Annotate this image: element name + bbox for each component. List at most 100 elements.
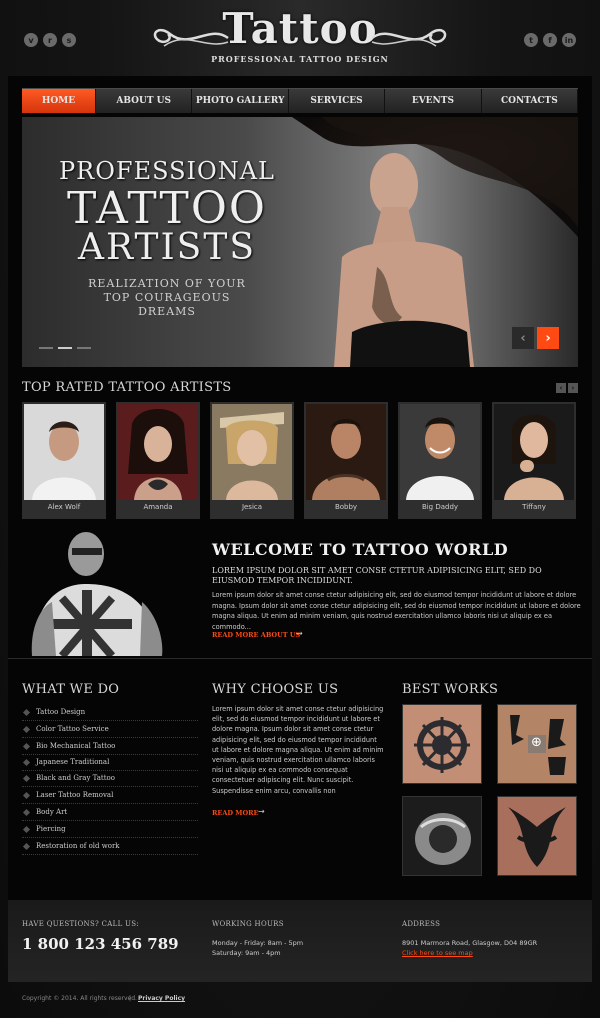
welcome-artist-photo bbox=[22, 528, 172, 656]
rss-icon[interactable]: r bbox=[43, 33, 57, 47]
service-label: Body Art bbox=[36, 808, 68, 816]
service-item[interactable]: Japanese Traditional bbox=[22, 754, 198, 771]
nav-events[interactable]: EVENTS bbox=[385, 89, 482, 113]
slider-dot-active[interactable] bbox=[58, 347, 72, 349]
bullet-icon bbox=[22, 725, 31, 733]
nav-home[interactable]: HOME bbox=[22, 89, 96, 113]
service-label: Bio Mechanical Tattoo bbox=[36, 742, 116, 750]
privacy-policy-link[interactable]: Privacy Policy bbox=[138, 995, 185, 1002]
bullet-icon bbox=[22, 808, 31, 816]
best-work-thumb[interactable] bbox=[497, 796, 577, 876]
what-we-do-title: WHAT WE DO bbox=[22, 682, 120, 697]
vimeo-icon[interactable]: v bbox=[24, 33, 38, 47]
tribal-swirl-left-icon bbox=[153, 28, 229, 47]
best-work-thumb[interactable] bbox=[402, 796, 482, 876]
slider-prev-button[interactable]: ‹ bbox=[512, 327, 534, 349]
nav-about-us[interactable]: ABOUT US bbox=[96, 89, 193, 113]
bullet-icon bbox=[22, 774, 31, 782]
skype-icon[interactable]: s bbox=[62, 33, 76, 47]
bullet-icon bbox=[22, 791, 31, 799]
twitter-icon[interactable]: t bbox=[524, 33, 538, 47]
artist-name: Big Daddy bbox=[421, 503, 459, 511]
nav-services[interactable]: SERVICES bbox=[289, 89, 386, 113]
phone-number[interactable]: 1 800 123 456 789 bbox=[22, 935, 179, 953]
hero-tagline-3: DREAMS bbox=[138, 305, 196, 318]
artist-name: Jesica bbox=[241, 503, 263, 511]
service-item[interactable]: Piercing bbox=[22, 821, 198, 838]
artist-photo bbox=[212, 404, 292, 500]
service-item[interactable]: Tattoo Design bbox=[22, 704, 198, 721]
artists-next-button[interactable]: › bbox=[568, 383, 578, 393]
address-label: ADDRESS bbox=[402, 920, 441, 928]
questions-label: HAVE QUESTIONS? CALL US: bbox=[22, 920, 140, 928]
hero-line-artists: ARTISTS bbox=[77, 227, 257, 268]
arrow-right-icon: → bbox=[258, 807, 265, 816]
artist-card[interactable]: Tiffany bbox=[492, 402, 576, 519]
artists-section-title: TOP RATED TATTOO ARTISTS bbox=[22, 380, 232, 395]
best-works-title: BEST WORKS bbox=[402, 682, 499, 697]
bullet-icon bbox=[22, 708, 31, 716]
welcome-subtitle: LOREM IPSUM DOLOR SIT AMET CONSE CTETUR … bbox=[212, 566, 542, 585]
artist-card[interactable]: Alex Wolf bbox=[22, 402, 106, 519]
section-divider bbox=[8, 658, 592, 659]
service-item[interactable]: Black and Gray Tattoo bbox=[22, 770, 198, 787]
artist-photo bbox=[118, 404, 198, 500]
facebook-icon[interactable]: f bbox=[543, 33, 557, 47]
artist-name: Tiffany bbox=[522, 503, 546, 511]
best-work-thumb[interactable] bbox=[402, 704, 482, 784]
zoom-icon[interactable]: ⊕ bbox=[531, 735, 542, 750]
best-work-image bbox=[403, 797, 481, 875]
artist-photo bbox=[24, 404, 104, 500]
nav-photo-gallery[interactable]: PHOTO GALLERY bbox=[192, 89, 289, 113]
linkedin-icon[interactable]: in bbox=[562, 33, 576, 47]
nav-contacts[interactable]: CONTACTS bbox=[482, 89, 579, 113]
artist-card[interactable]: Bobby bbox=[304, 402, 388, 519]
service-item[interactable]: Color Tattoo Service bbox=[22, 721, 198, 738]
best-work-image bbox=[403, 705, 481, 783]
artist-photo bbox=[400, 404, 480, 500]
artists-prev-button[interactable]: ‹ bbox=[556, 383, 566, 393]
slider-dot[interactable] bbox=[39, 347, 53, 349]
service-label: Piercing bbox=[36, 825, 66, 833]
why-choose-body-text: Lorem ipsum dolor sit amet conse ctetur … bbox=[212, 705, 384, 795]
hero-slider[interactable]: PROFESSIONAL TATTOO ARTISTS REALIZATION … bbox=[22, 117, 578, 367]
bullet-icon bbox=[22, 742, 31, 750]
read-more-about-link[interactable]: READ MORE ABOUT US bbox=[212, 631, 300, 639]
hero-line-professional: PROFESSIONAL bbox=[59, 157, 275, 185]
copyright-text: Copyright © 2014. All rights reserved. bbox=[22, 995, 137, 1002]
main-nav: HOME ABOUT US PHOTO GALLERY SERVICES EVE… bbox=[22, 88, 579, 113]
service-item[interactable]: Laser Tattoo Removal bbox=[22, 787, 198, 804]
slider-dot[interactable] bbox=[77, 347, 91, 349]
social-links-right: t f in bbox=[524, 33, 576, 47]
best-work-thumb[interactable]: ⊕ bbox=[497, 704, 577, 784]
service-item[interactable]: Bio Mechanical Tattoo bbox=[22, 738, 198, 755]
service-label: Laser Tattoo Removal bbox=[36, 791, 114, 799]
tribal-swirl-right-icon bbox=[371, 28, 447, 47]
hero-tagline-1: REALIZATION OF YOUR bbox=[88, 277, 246, 290]
artist-card[interactable]: Jesica bbox=[210, 402, 294, 519]
artist-name: Alex Wolf bbox=[47, 503, 81, 511]
bullet-icon bbox=[22, 842, 31, 850]
service-item[interactable]: Body Art bbox=[22, 804, 198, 821]
welcome-title: WELCOME TO TATTOO WORLD bbox=[212, 540, 509, 559]
hero-tagline-2: TOP COURAGEOUS bbox=[103, 291, 231, 304]
slider-next-button[interactable]: › bbox=[537, 327, 559, 349]
artist-name: Bobby bbox=[334, 503, 358, 511]
footer-separator: | bbox=[129, 995, 132, 1002]
bullet-icon bbox=[22, 825, 31, 833]
artist-card[interactable]: Big Daddy bbox=[398, 402, 482, 519]
best-work-image bbox=[498, 797, 576, 875]
artist-card[interactable]: Amanda bbox=[116, 402, 200, 519]
slider-pagination bbox=[39, 347, 91, 349]
artist-photo bbox=[494, 404, 574, 500]
bullet-icon bbox=[22, 758, 31, 766]
address-text: 8901 Marmora Road, Glasgow, D04 89GR bbox=[402, 939, 538, 947]
artist-photo bbox=[306, 404, 386, 500]
artist-name: Amanda bbox=[143, 503, 173, 511]
service-label: Color Tattoo Service bbox=[36, 725, 109, 733]
site-logo[interactable]: Tattoo PROFESSIONAL TATTOO DESIGN bbox=[150, 6, 450, 68]
see-map-link[interactable]: Click here to see map bbox=[402, 948, 473, 958]
service-item[interactable]: Restoration of old work bbox=[22, 838, 198, 855]
why-choose-title: WHY CHOOSE US bbox=[212, 682, 339, 697]
read-more-link[interactable]: READ MORE bbox=[212, 809, 259, 817]
